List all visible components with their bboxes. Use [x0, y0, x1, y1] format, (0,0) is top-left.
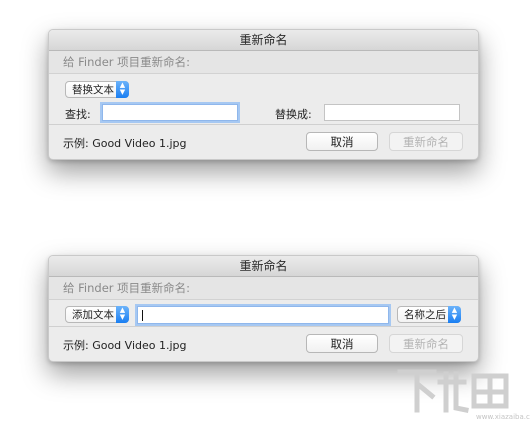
dialog-title: 重新命名: [49, 30, 478, 51]
find-input[interactable]: [103, 109, 237, 125]
position-popup-after-name[interactable]: 名称之后 ▲ ▼: [397, 306, 461, 323]
popup-arrows-icon: ▲ ▼: [116, 81, 129, 98]
replace-field[interactable]: [324, 104, 460, 125]
rename-dialog-replace: 重新命名 给 Finder 项目重新命名: 替换文本 ▲ ▼ 查找: 替换成: 示…: [48, 29, 479, 160]
rename-button[interactable]: 重新命名: [389, 334, 463, 353]
rename-button[interactable]: 重新命名: [389, 132, 463, 151]
mode-popup-label: 替换文本: [72, 84, 114, 96]
add-text-input[interactable]: [138, 311, 388, 327]
watermark-url: www.xiazaiba.com: [476, 413, 530, 421]
cancel-button[interactable]: 取消: [306, 132, 378, 151]
mode-popup-label: 添加文本: [72, 309, 114, 321]
replace-label: 替换成:: [275, 108, 312, 121]
text-caret: [142, 310, 143, 321]
popup-arrows-icon: ▲ ▼: [116, 306, 129, 323]
rename-dialog-add: 重新命名 给 Finder 项目重新命名: 添加文本 ▲ ▼ 名称之后 ▲ ▼ 示例…: [48, 255, 479, 362]
dialog-header: 给 Finder 项目重新命名:: [49, 277, 478, 300]
mode-popup-replace-text[interactable]: 替换文本 ▲ ▼: [65, 81, 129, 98]
find-field[interactable]: [102, 104, 238, 125]
dialog-title: 重新命名: [49, 256, 478, 277]
mode-popup-add-text[interactable]: 添加文本 ▲ ▼: [65, 306, 129, 323]
screenshot-stage: 重新命名 给 Finder 项目重新命名: 替换文本 ▲ ▼ 查找: 替换成: 示…: [0, 0, 530, 422]
add-text-field[interactable]: [137, 306, 389, 327]
dialog-header: 给 Finder 项目重新命名:: [49, 51, 478, 74]
find-label: 查找:: [65, 108, 91, 121]
watermark-logo: www.xiazaiba.com: [397, 369, 530, 421]
dialog-footer: 示例: Good Video 1.jpg 取消 重新命名: [49, 124, 478, 159]
cancel-button[interactable]: 取消: [306, 334, 378, 353]
replace-input[interactable]: [325, 109, 459, 125]
dialog-footer: 示例: Good Video 1.jpg 取消 重新命名: [49, 326, 478, 361]
example-text: 示例: Good Video 1.jpg: [63, 339, 187, 352]
example-text: 示例: Good Video 1.jpg: [63, 137, 187, 150]
popup-arrows-icon: ▲ ▼: [448, 306, 461, 323]
position-popup-label: 名称之后: [404, 309, 446, 321]
